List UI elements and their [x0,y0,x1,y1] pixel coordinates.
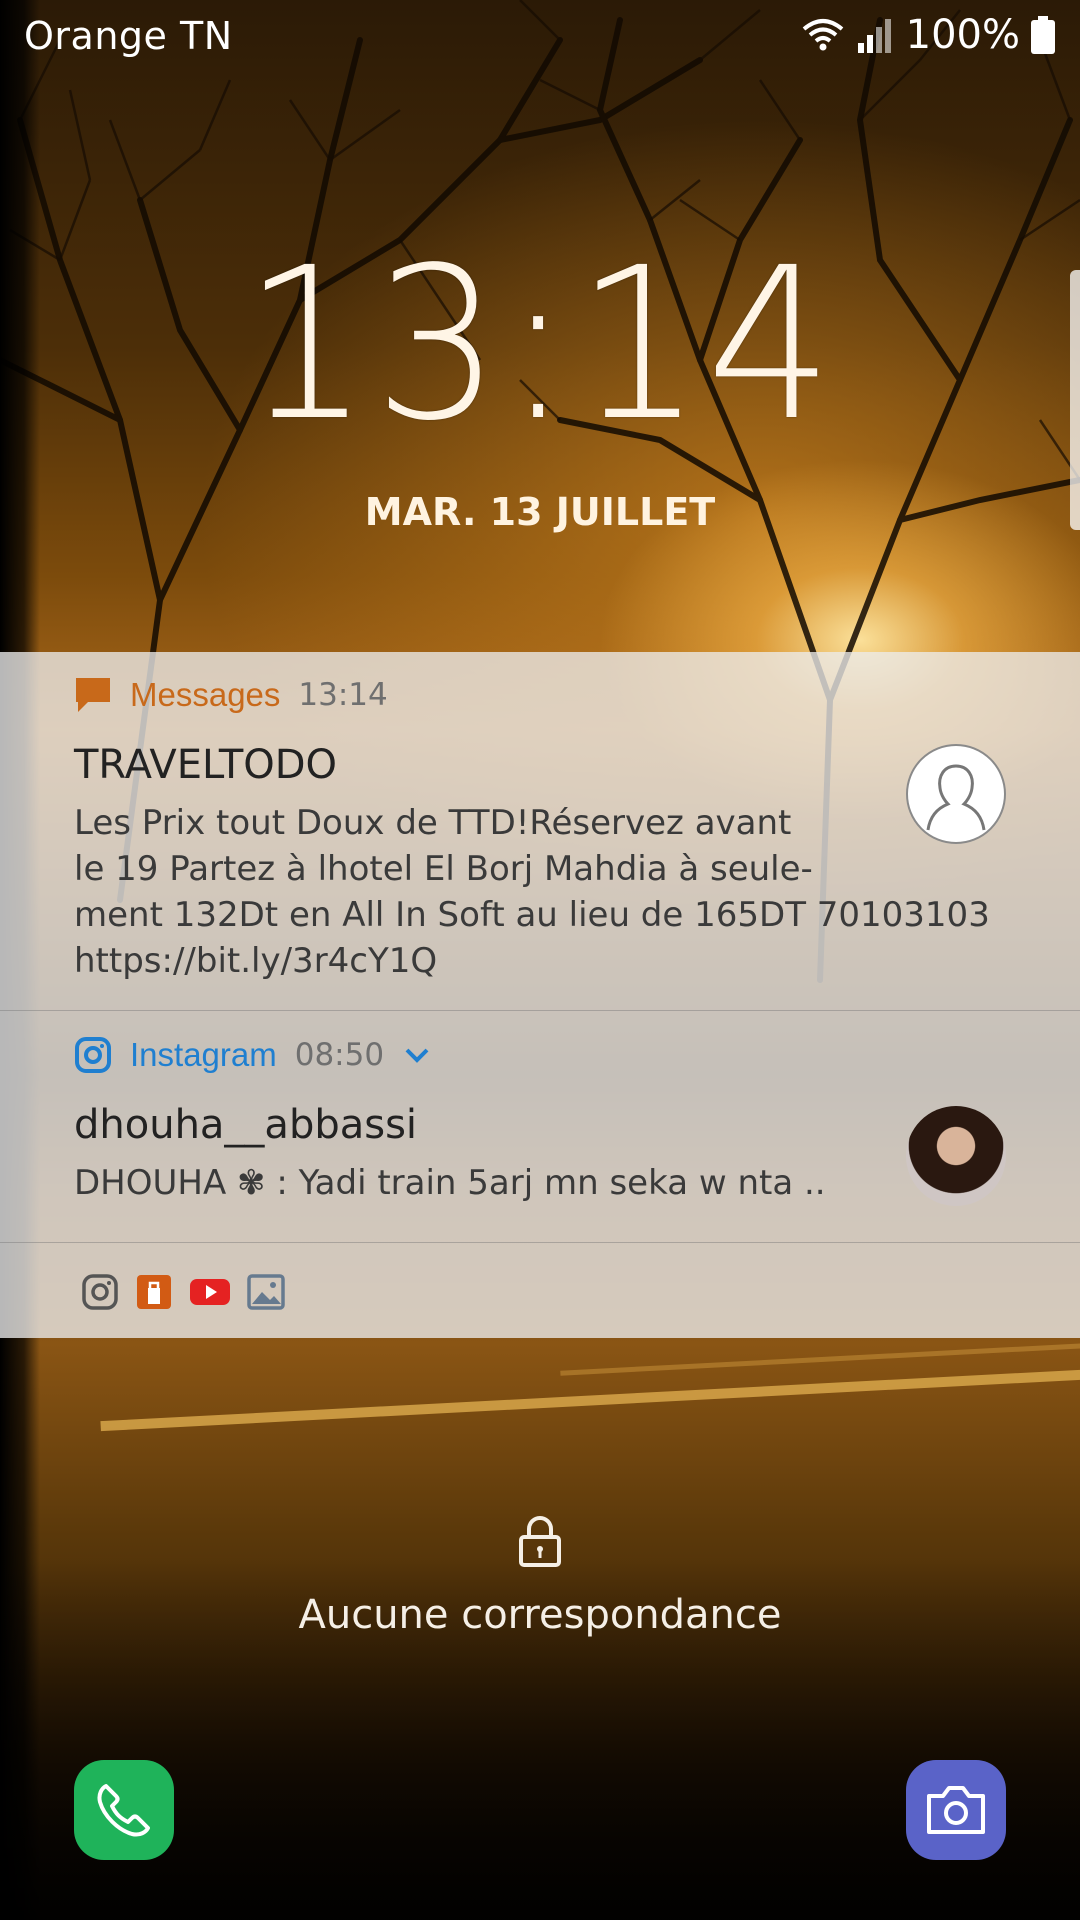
notification-title: TRAVELTODO [74,742,338,788]
notification-instagram[interactable]: Instagram 08:50 dhouha__abbassi DHOUHA ✾… [0,1012,1080,1243]
unlock-status-message: Aucune correspondance [298,1592,782,1638]
lock-icon [519,1516,561,1567]
carrier-name: Orange TN [24,14,233,58]
status-icons: 100% [800,12,1056,58]
notification-messages[interactable]: Messages 13:14 TRAVELTODO Les Prix tout … [0,652,1080,1011]
notification-header: Instagram 08:50 [74,1036,432,1074]
notification-body: Les Prix tout Doux de TTD!Réservez avant… [74,800,990,984]
camera-shortcut-button[interactable] [906,1760,1006,1860]
notification-time: 13:14 [298,677,388,713]
notification-body-line: https://bit.ly/3r4cY1Q [74,941,438,981]
notification-body-line: le 19 Partez à lhotel El Borj Mahdia à s… [74,849,813,889]
battery-icon [1031,16,1055,54]
user-photo-avatar [906,1106,1006,1206]
status-bar: Orange TN 100% [0,0,1080,76]
notification-app-name: Instagram [130,1036,277,1073]
wifi-icon [802,19,843,51]
notification-header: Messages 13:14 [74,676,388,714]
chevron-down-icon[interactable] [402,1040,432,1070]
lock-clock-date: MAR. 13 JUILLET [364,490,716,534]
notification-app-name: Messages [130,676,281,713]
store-bag-icon[interactable] [134,1272,174,1312]
instagram-icon [75,1037,111,1073]
youtube-icon[interactable] [188,1272,232,1312]
instagram-icon[interactable] [80,1272,120,1312]
notification-body: DHOUHA ✾ : Yadi train 5arj mn seka w nta… [74,1163,826,1203]
notification-title: dhouha__abbassi [74,1102,418,1148]
gallery-icon[interactable] [246,1272,286,1312]
phone-shortcut-button[interactable] [74,1760,174,1860]
person-icon [926,764,986,831]
notification-body-line: ment 132Dt en All In Soft au lieu de 165… [74,895,990,935]
default-contact-avatar [906,744,1006,844]
notification-body-line: Les Prix tout Doux de TTD!Réservez avant [74,803,792,843]
message-icon [76,678,110,712]
lock-clock-time: 13:14 [243,222,837,467]
signal-icon [857,19,891,53]
notification-panel: Messages 13:14 TRAVELTODO Les Prix tout … [0,652,1080,1338]
phone-icon [97,1784,150,1837]
battery-percentage: 100% [905,12,1020,58]
camera-icon [927,1786,985,1834]
notification-app-tray [80,1272,286,1312]
notification-time: 08:50 [294,1037,385,1073]
